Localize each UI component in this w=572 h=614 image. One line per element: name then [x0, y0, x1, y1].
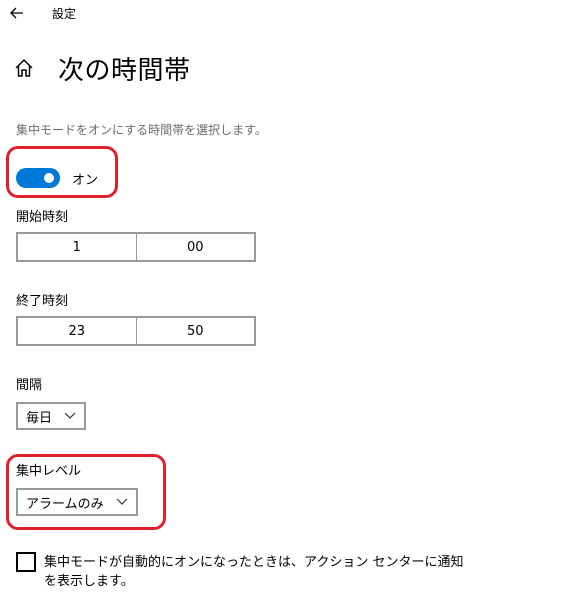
chevron-down-icon [64, 412, 76, 420]
description-text: 集中モードをオンにする時間帯を選択します。 [16, 123, 267, 137]
page-title: 次の時間帯 [58, 56, 191, 86]
end-time-picker[interactable]: 23 50 [16, 316, 256, 346]
focus-level-selected: アラームのみ [26, 496, 104, 512]
focus-level-label: 集中レベル [16, 464, 82, 479]
chevron-down-icon [116, 498, 128, 506]
focus-schedule-toggle-row: オン [16, 167, 98, 189]
start-time-picker[interactable]: 1 00 [16, 232, 256, 262]
back-arrow-icon [10, 7, 23, 19]
end-time-label: 終了時刻 [16, 294, 69, 309]
end-minute[interactable]: 50 [135, 318, 255, 344]
app-title: 設定 [52, 7, 77, 21]
home-icon [12, 56, 36, 80]
start-hour[interactable]: 1 [18, 234, 136, 260]
interval-label: 間隔 [16, 378, 43, 393]
start-minute[interactable]: 00 [135, 234, 255, 260]
start-time-label: 開始時刻 [16, 210, 69, 225]
focus-schedule-toggle[interactable] [16, 168, 60, 188]
focus-level-dropdown[interactable]: アラームのみ [16, 488, 138, 516]
interval-dropdown[interactable]: 毎日 [16, 402, 87, 430]
toggle-knob [44, 173, 54, 183]
notify-checkbox[interactable] [16, 552, 36, 572]
end-hour[interactable]: 23 [18, 318, 136, 344]
back-button[interactable] [0, 0, 34, 26]
toggle-label: オン [72, 172, 99, 188]
notify-checkbox-label: 集中モードが自動的にオンになったときは、アクション センターに通知を表示します。 [44, 555, 464, 589]
interval-selected: 毎日 [26, 410, 53, 426]
